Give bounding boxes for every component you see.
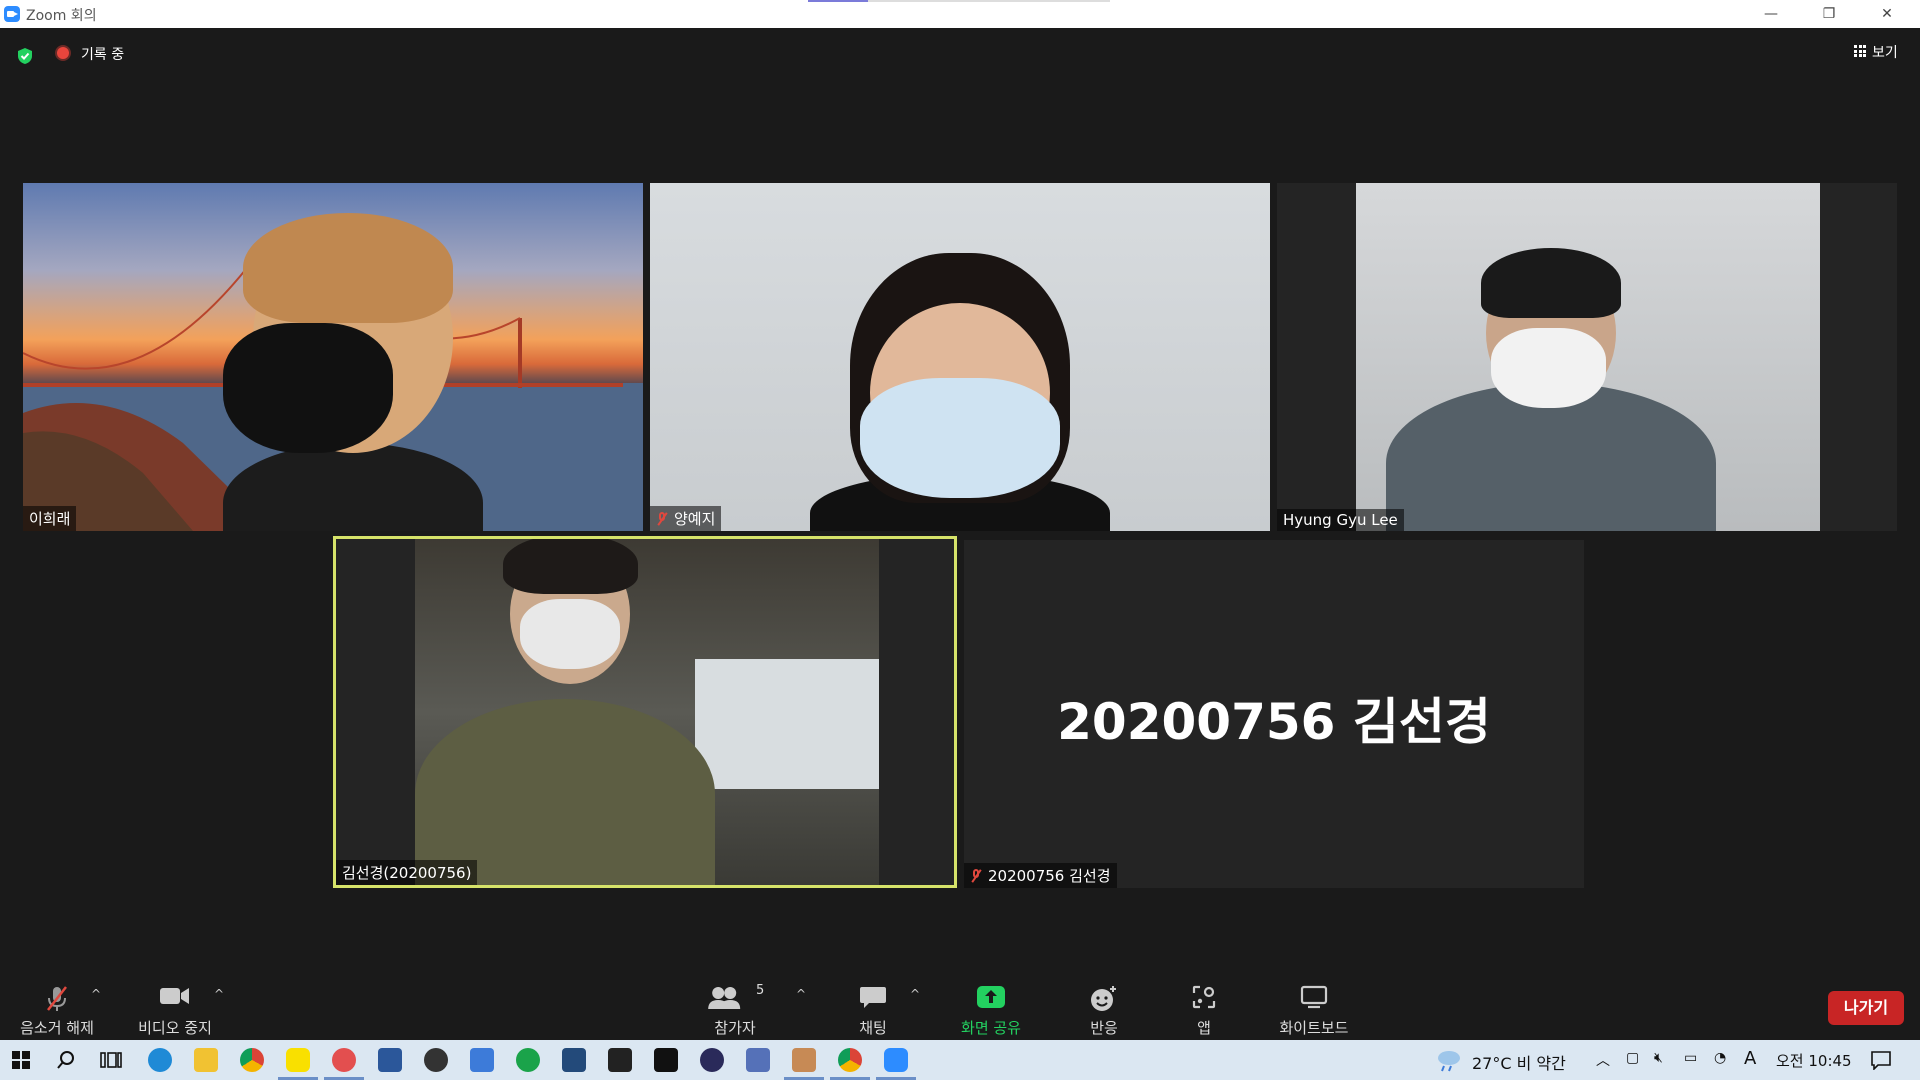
chat-options-caret[interactable]: ^ [910, 987, 920, 1001]
participant-name-tag: 양예지 [650, 506, 722, 531]
video-tile[interactable]: 양예지 [650, 183, 1270, 531]
clock-time[interactable]: 오전 10:45 [1776, 1050, 1852, 1071]
participant-name-tag: 20200756 김선경 [964, 863, 1117, 888]
participants-options-caret[interactable]: ^ [796, 987, 806, 1001]
participant-video [193, 213, 533, 531]
unmute-label: 음소거 해제 [20, 1019, 94, 1037]
share-screen-button[interactable]: 화면 공유 [954, 975, 1028, 1040]
search-icon[interactable] [56, 1050, 76, 1070]
whiteboard-icon [1300, 985, 1328, 1009]
terminal-icon[interactable] [608, 1048, 632, 1072]
participants-label: 참가자 [714, 1019, 756, 1037]
windows-start-icon[interactable] [12, 1051, 30, 1069]
reactions-button[interactable]: 반응 [1074, 975, 1134, 1040]
unmute-button[interactable]: 음소거 해제 [14, 975, 100, 1040]
chrome-icon[interactable] [838, 1048, 862, 1072]
paint-app-icon[interactable] [332, 1048, 356, 1072]
command-prompt-icon[interactable] [654, 1048, 678, 1072]
title-bar: Zoom 회의 — ❐ ✕ [0, 0, 1920, 28]
smiley-plus-icon [1091, 986, 1116, 1011]
notification-center-icon[interactable] [1870, 1050, 1892, 1070]
weather-rain-icon[interactable] [1436, 1048, 1462, 1072]
battery-icon[interactable]: ▭ [1684, 1050, 1697, 1066]
tab-indicator-track [868, 0, 1110, 2]
participants-button[interactable]: 5 참가자 [700, 975, 770, 1040]
meet-now-icon[interactable]: ▢ [1626, 1050, 1639, 1066]
window-title: Zoom 회의 [26, 8, 97, 24]
edge-browser-icon[interactable] [148, 1048, 172, 1072]
video-options-caret[interactable]: ^ [214, 987, 224, 1001]
share-screen-label: 화면 공유 [961, 1019, 1021, 1037]
security-shield-icon[interactable] [16, 47, 34, 65]
grid-icon [1854, 45, 1866, 57]
chat-button[interactable]: 채팅 [840, 975, 906, 1040]
whiteboard-label: 화이트보드 [1279, 1019, 1349, 1037]
zoom-app-icon[interactable] [884, 1048, 908, 1072]
view-button[interactable]: 보기 [1848, 40, 1908, 64]
chat-label: 채팅 [859, 1019, 887, 1037]
speaker-muted-icon[interactable]: 🔇︎ [1654, 1050, 1663, 1066]
recording-label[interactable]: 기록 중 [81, 44, 124, 64]
stop-video-label: 비디오 중지 [138, 1019, 212, 1037]
windows-taskbar: 27°C 비 약간 ︿ ▢ 🔇︎ ▭ ◔ A 오전 10:45 [0, 1040, 1920, 1080]
meeting-toolbar: 음소거 해제 ^ 비디오 중지 ^ 5 참가자 ^ 채팅 ^ 화면 공유 반응 … [0, 975, 1920, 1040]
video-off-tile[interactable]: 20200756 김선경 20200756 김선경 [964, 540, 1584, 888]
chat-bubble-icon [860, 987, 886, 1008]
mic-muted-icon [970, 869, 982, 883]
refresh-app-icon[interactable] [516, 1048, 540, 1072]
network-app-icon[interactable] [746, 1048, 770, 1072]
kakaotalk-icon[interactable] [286, 1048, 310, 1072]
participant-video [1356, 183, 1820, 531]
audio-options-caret[interactable]: ^ [91, 987, 101, 1001]
participant-name-tag: 김선경(20200756) [336, 860, 478, 885]
close-button[interactable]: ✕ [1864, 0, 1910, 28]
file-explorer-icon[interactable] [194, 1048, 218, 1072]
mic-muted-icon [656, 512, 668, 526]
app-icon[interactable] [700, 1048, 724, 1072]
image-viewer-icon[interactable] [792, 1048, 816, 1072]
participants-icon [708, 987, 741, 1009]
app-icon[interactable] [562, 1048, 586, 1072]
video-tile[interactable]: 이희래 [23, 183, 643, 531]
input-method-indicator[interactable]: A [1744, 1048, 1756, 1069]
notes-app-icon[interactable] [470, 1048, 494, 1072]
tray-expand-icon[interactable]: ︿ [1596, 1050, 1610, 1070]
weather-text[interactable]: 27°C 비 약간 [1472, 1050, 1566, 1074]
app-icon[interactable] [424, 1048, 448, 1072]
video-camera-icon [160, 988, 189, 1004]
participant-video [810, 253, 1110, 531]
apps-button[interactable]: 앱 [1184, 975, 1224, 1040]
restore-button[interactable]: ❐ [1806, 0, 1852, 28]
wifi-icon[interactable]: ◔ [1714, 1050, 1726, 1066]
video-tile[interactable]: Hyung Gyu Lee [1277, 183, 1897, 531]
mic-muted-icon [47, 986, 67, 1011]
whiteboard-button[interactable]: 화이트보드 [1272, 975, 1356, 1040]
apps-label: 앱 [1197, 1019, 1211, 1037]
reactions-label: 반응 [1090, 1019, 1118, 1037]
tab-indicator [808, 0, 868, 2]
participant-name-tag: 이희래 [23, 506, 77, 531]
task-view-icon[interactable] [100, 1050, 122, 1070]
view-label: 보기 [1872, 45, 1898, 61]
leave-button[interactable]: 나가기 [1828, 991, 1904, 1025]
participant-name-tag: Hyung Gyu Lee [1277, 509, 1404, 531]
chrome-icon[interactable] [240, 1048, 264, 1072]
share-screen-icon [977, 986, 1005, 1008]
apps-icon [1192, 985, 1216, 1009]
stop-video-button[interactable]: 비디오 중지 [130, 975, 220, 1040]
zoom-logo-icon [4, 6, 20, 22]
active-speaker-tile[interactable]: 김선경(20200756) [333, 536, 957, 888]
participant-video [415, 539, 879, 885]
word-app-icon[interactable] [378, 1048, 402, 1072]
minimize-button[interactable]: — [1748, 0, 1794, 28]
participant-count: 5 [756, 983, 765, 998]
participant-display-name: 20200756 김선경 [1057, 693, 1491, 751]
recording-dot-icon[interactable] [57, 47, 69, 59]
